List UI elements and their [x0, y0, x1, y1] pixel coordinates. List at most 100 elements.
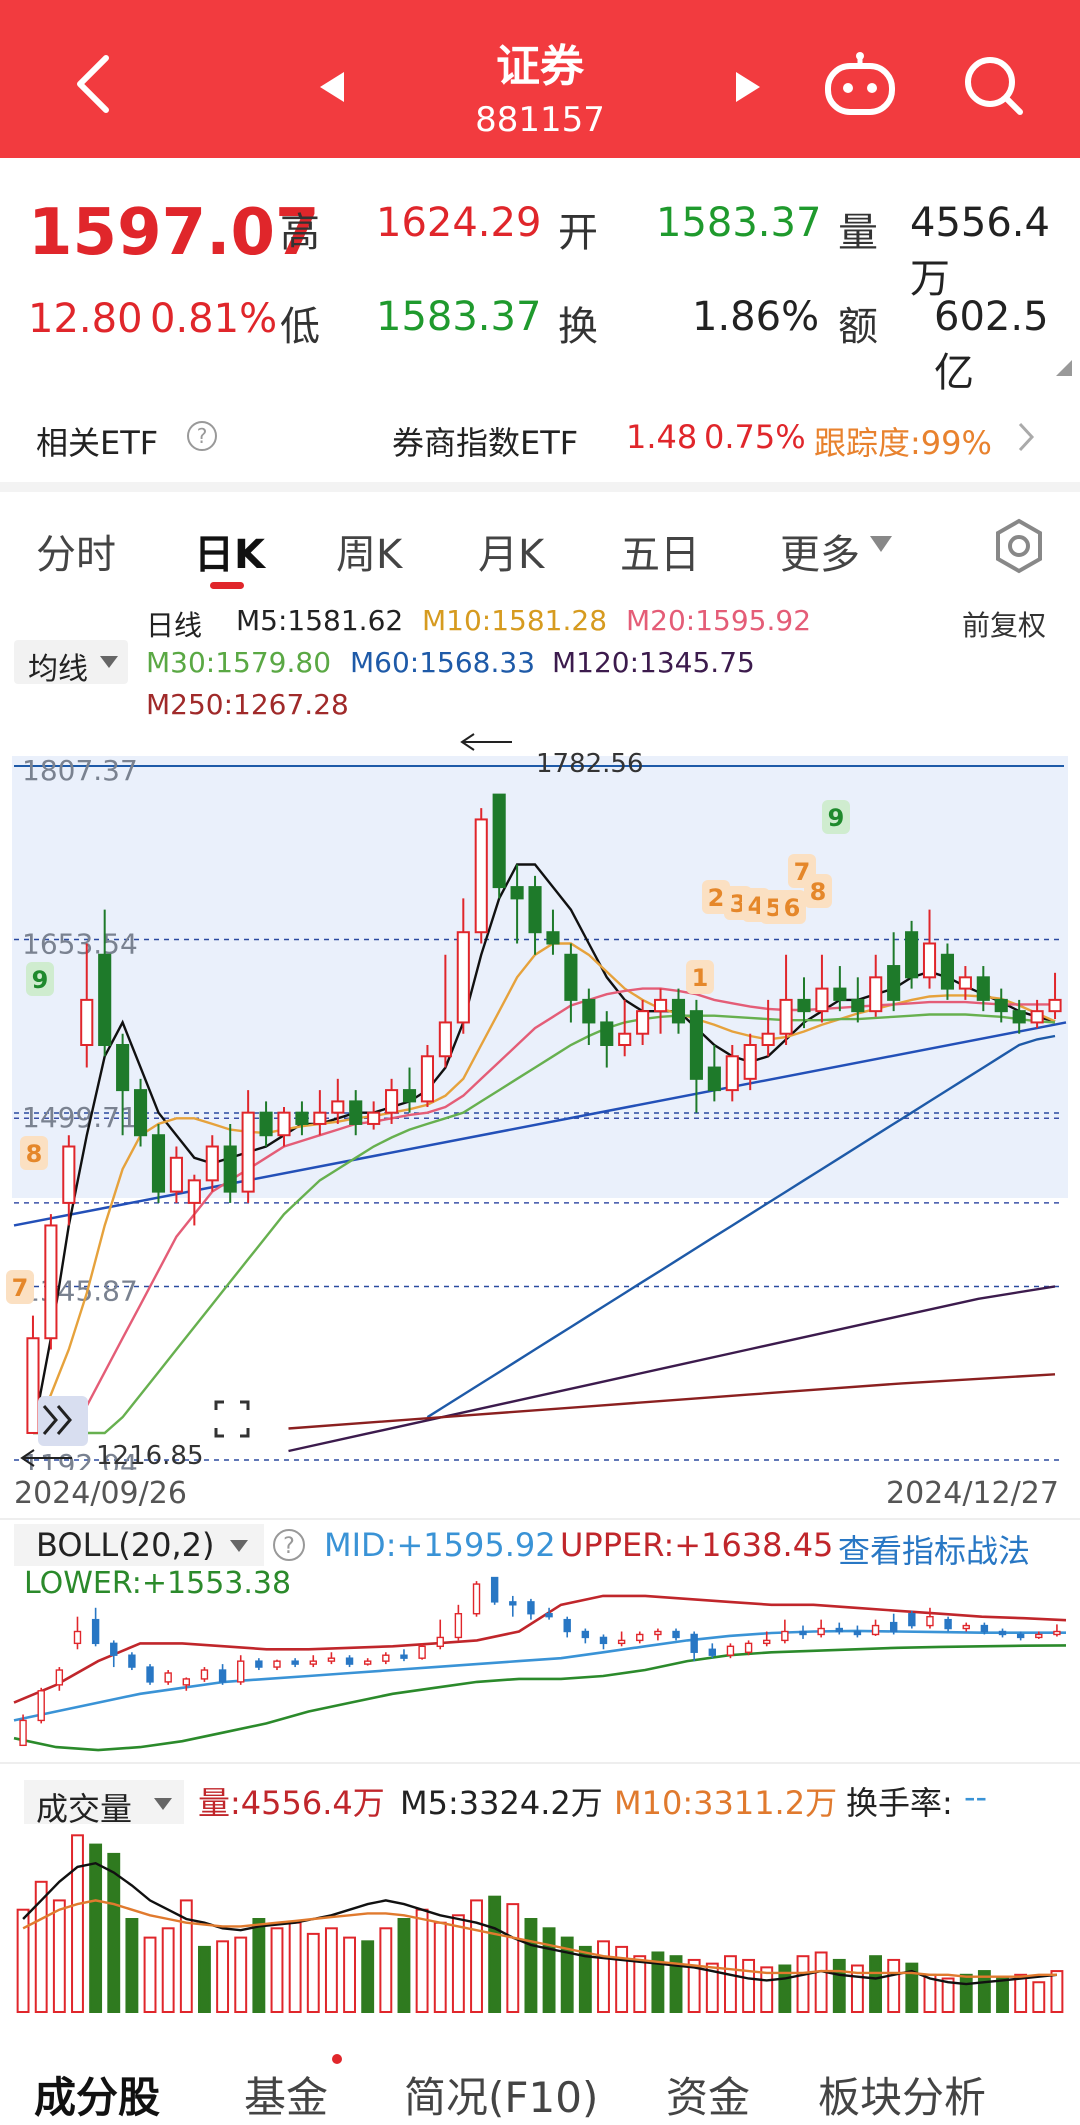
open-label: 开: [558, 210, 598, 256]
boll-candle: [19, 1719, 27, 1747]
candle: [474, 818, 488, 934]
settings-icon[interactable]: [994, 518, 1044, 574]
divider: [0, 482, 1080, 492]
ma250-value: M250:1267.28: [146, 688, 349, 721]
boll-candle: [345, 1657, 354, 1665]
divider: [0, 1518, 1080, 1520]
dropdown-caret-icon: [230, 1540, 248, 1552]
candle: [905, 931, 919, 979]
candle: [223, 1145, 237, 1193]
search-icon[interactable]: [962, 54, 1026, 118]
signal-marker-label: 8: [26, 1140, 43, 1168]
candle: [922, 942, 937, 979]
boll-candle: [726, 1645, 735, 1656]
volume-bar: [52, 1899, 66, 2013]
next-stock-icon[interactable]: [734, 70, 762, 104]
volume-value: 4556.4万: [910, 200, 1050, 302]
candle: [187, 1179, 201, 1204]
boll-upper: UPPER:+1638.45: [560, 1526, 834, 1564]
robot-assistant-icon[interactable]: [822, 52, 898, 116]
volume-chart[interactable]: [0, 1816, 1080, 2016]
boll-candle: [781, 1630, 789, 1642]
tab-five-day[interactable]: 五日: [620, 522, 700, 580]
candle: [133, 1089, 148, 1137]
boll-candle: [998, 1630, 1007, 1636]
y-axis-tick: 1807.37: [22, 754, 138, 787]
candlestick-chart[interactable]: 1807.371653.541499.711345.871192.04 9879…: [0, 730, 1080, 1470]
candle: [510, 886, 524, 900]
volume-bar: [1050, 1970, 1064, 2013]
tab-monthly-k[interactable]: 月K: [478, 522, 544, 580]
expand-corner-icon[interactable]: [1056, 360, 1072, 376]
boll-candle: [164, 1672, 172, 1683]
boll-candle: [218, 1669, 227, 1683]
volume-bar: [324, 1927, 338, 2013]
dropdown-caret-icon: [154, 1798, 172, 1810]
volume-bar: [143, 1936, 157, 2013]
help-icon[interactable]: ?: [186, 420, 218, 452]
dropdown-caret-icon: [870, 536, 892, 552]
candle: [869, 976, 883, 1013]
ma-selector-label: 均线: [28, 652, 88, 687]
volume-bar: [796, 1955, 810, 2013]
volume-bar: [71, 1834, 84, 2013]
boll-candle: [200, 1669, 209, 1680]
etf-pct: 0.75%: [704, 418, 806, 456]
volume-ma-line-m10: [22, 1899, 1057, 1978]
etf-row[interactable]: 相关ETF ? 券商指数ETF 1.48 0.75% 跟踪度:99%: [0, 392, 1080, 482]
ma20-value: M20:1595.92: [626, 604, 812, 637]
etf-label: 相关ETF: [36, 424, 159, 462]
tab-intraday[interactable]: 分时: [36, 522, 116, 580]
help-icon[interactable]: ?: [272, 1528, 306, 1562]
candle: [636, 1010, 650, 1035]
boll-line-lower: [13, 1644, 1067, 1752]
adjust-mode[interactable]: 前复权: [962, 604, 1046, 644]
ma-selector[interactable]: 均线: [14, 640, 128, 687]
candle: [367, 1111, 381, 1125]
boll-candle: [581, 1630, 590, 1639]
candle: [277, 1111, 291, 1137]
volume-bar: [633, 1955, 647, 2013]
boll-candle: [962, 1624, 970, 1630]
bottom-tab-bar: 成分股 基金 简况(F10) 资金 板块分析: [0, 2030, 1080, 2122]
candle: [259, 1111, 273, 1137]
signal-marker-label: 6: [784, 894, 801, 922]
volume-bar: [433, 1921, 447, 2013]
tab-weekly-k[interactable]: 周K: [336, 522, 402, 580]
ma5-value: M5:1581.62: [236, 604, 404, 637]
boll-candle: [382, 1654, 390, 1662]
volume-bar: [270, 1927, 284, 2013]
boll-candle: [908, 1613, 916, 1627]
tab-more[interactable]: 更多: [780, 522, 860, 580]
bollinger-chart[interactable]: [0, 1560, 1080, 1760]
signal-marker-label: 1: [692, 964, 709, 992]
tab-daily-k[interactable]: 日K: [194, 522, 265, 580]
y-axis-tick: 1499.71: [22, 1101, 138, 1134]
volume-bar: [361, 1940, 375, 2013]
candle: [707, 1066, 721, 1092]
high-label: 高: [280, 210, 320, 256]
candle: [653, 998, 668, 1013]
signal-marker-label: 9: [828, 804, 845, 832]
low-label: 低: [280, 304, 320, 350]
amount-label: 额: [838, 304, 878, 350]
candle: [725, 1055, 739, 1092]
candle: [44, 1224, 58, 1340]
candle: [582, 998, 596, 1024]
boll-candle: [255, 1660, 263, 1668]
volume-bar: [488, 1895, 502, 2013]
etf-price: 1.48: [626, 418, 698, 456]
candle: [331, 1100, 345, 1114]
expand-chart-icon[interactable]: [38, 1396, 88, 1446]
boll-candle: [1053, 1630, 1061, 1636]
volume-bar: [161, 1927, 175, 2013]
candle: [438, 1021, 452, 1058]
volume-bar: [107, 1852, 121, 2014]
boll-candle: [418, 1645, 426, 1659]
fullscreen-icon[interactable]: [214, 1400, 250, 1438]
boll-candle: [472, 1583, 481, 1615]
boll-candle: [944, 1618, 952, 1630]
low-annotation: 1216.85: [96, 1441, 204, 1470]
stock-code: 881157: [475, 100, 605, 140]
candle: [618, 1032, 632, 1046]
